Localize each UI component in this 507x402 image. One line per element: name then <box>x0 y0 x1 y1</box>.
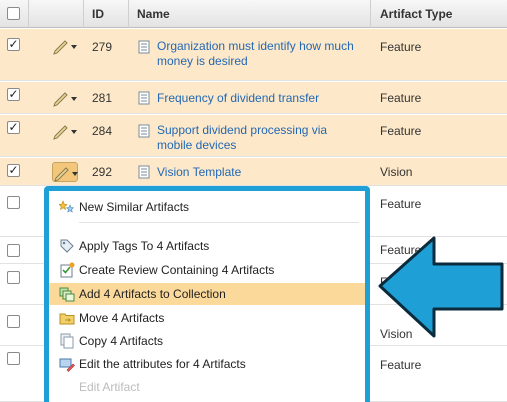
menu-item-label: Add 4 Artifacts to Collection <box>79 287 226 301</box>
menu-item-label: New Similar Artifacts <box>79 200 190 214</box>
menu-item-edit-artifact: Edit Artifact <box>49 376 365 398</box>
menu-item-label: Create Review Containing 4 Artifacts <box>79 263 275 277</box>
artifact-type: Feature <box>380 197 422 211</box>
menu-item-label: Edit the attributes for 4 Artifacts <box>79 357 246 371</box>
collection-icon <box>59 286 75 302</box>
artifact-type: Feature <box>380 40 422 54</box>
row-checkbox[interactable]: ✓ <box>7 88 20 101</box>
menu-item-label: Edit Artifact <box>79 380 140 394</box>
menu-item-label: Apply Tags To 4 Artifacts <box>79 239 210 253</box>
edit-icon <box>59 379 75 395</box>
row-id: 292 <box>92 165 113 179</box>
row-checkbox[interactable]: ✓ <box>7 121 20 134</box>
artifact-type: Feature <box>380 124 422 138</box>
menu-item-create-review[interactable]: Create Review Containing 4 Artifacts <box>49 259 365 281</box>
context-menu: New Similar Artifacts Apply Tags To 4 Ar… <box>44 186 370 402</box>
row-checkbox[interactable] <box>7 196 20 209</box>
menu-item-add-to-collection[interactable]: Add 4 Artifacts to Collection <box>49 283 365 305</box>
row-id: 284 <box>92 124 113 138</box>
document-icon <box>137 165 151 179</box>
menu-item-copy-artifacts[interactable]: Copy 4 Artifacts <box>49 330 365 352</box>
row-checkbox[interactable] <box>7 271 20 284</box>
artifact-type: Vision <box>380 165 413 179</box>
artifact-type: Feature <box>380 358 422 372</box>
header-artifact-type[interactable]: Artifact Type <box>380 7 452 21</box>
table-row[interactable]: ✓ 281 Frequency of dividend transfer Fea… <box>0 82 507 114</box>
artifact-type: Feature <box>380 91 422 105</box>
menu-item-label: Move 4 Artifacts <box>79 311 165 325</box>
menu-item-label: Copy 4 Artifacts <box>79 334 164 348</box>
artifact-name-link[interactable]: Frequency of dividend transfer <box>157 91 367 106</box>
row-checkbox[interactable]: ✓ <box>7 164 20 177</box>
artifact-name-link[interactable]: Support dividend processing via mobile d… <box>157 123 347 153</box>
row-id: 279 <box>92 40 113 54</box>
menu-item-apply-tags[interactable]: Apply Tags To 4 Artifacts <box>49 235 365 257</box>
select-all-checkbox[interactable] <box>7 7 20 20</box>
row-checkbox[interactable]: ✓ <box>7 38 20 51</box>
document-icon <box>137 91 151 105</box>
menu-item-edit-attributes[interactable]: Edit the attributes for 4 Artifacts <box>49 353 365 375</box>
artifact-type: Feature <box>380 243 422 257</box>
artifact-type: F <box>380 275 388 289</box>
document-icon <box>137 40 151 54</box>
edit-menu-icon[interactable] <box>52 162 78 182</box>
edit-menu-icon[interactable] <box>52 88 78 108</box>
grid-header: ID Name Artifact Type <box>0 0 507 28</box>
artifact-name-link[interactable]: Vision Template <box>157 165 357 180</box>
table-row[interactable]: ✓ 284 Support dividend processing via mo… <box>0 115 507 157</box>
header-id[interactable]: ID <box>92 7 104 21</box>
folder-move-icon <box>59 310 75 326</box>
artifact-name-link[interactable]: Organization must identify how much mone… <box>157 39 357 69</box>
menu-item-new-similar-artifacts[interactable]: New Similar Artifacts <box>49 196 365 218</box>
header-name[interactable]: Name <box>137 7 170 21</box>
edit-menu-icon[interactable] <box>52 36 78 56</box>
tag-icon <box>59 238 75 254</box>
menu-separator <box>79 222 359 223</box>
edit-attributes-icon <box>59 356 75 372</box>
review-icon <box>59 262 75 278</box>
row-checkbox[interactable] <box>7 315 20 328</box>
artifact-type: Vision <box>380 327 413 341</box>
new-similar-icon <box>58 199 75 215</box>
table-row[interactable]: ✓ 292 Vision Template Vision <box>0 158 507 186</box>
document-icon <box>137 124 151 138</box>
menu-item-move-artifacts[interactable]: Move 4 Artifacts <box>49 307 365 329</box>
table-row[interactable]: ✓ 279 Organization must identify how muc… <box>0 29 507 81</box>
row-checkbox[interactable] <box>7 244 20 257</box>
row-checkbox[interactable] <box>7 352 20 365</box>
row-id: 281 <box>92 91 113 105</box>
copy-icon <box>59 333 75 349</box>
edit-menu-icon[interactable] <box>52 121 78 141</box>
